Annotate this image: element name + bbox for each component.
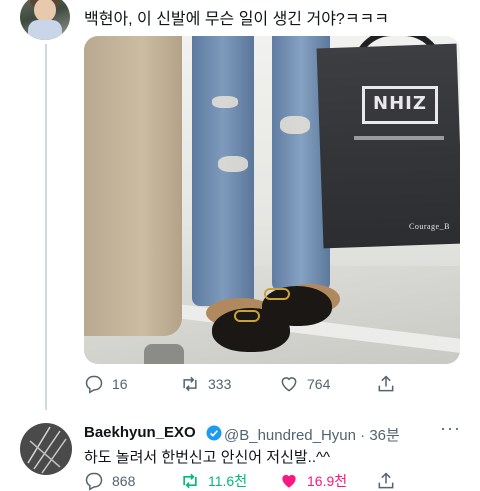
reply-like-count: 16.9천 [307,473,348,489]
reply-timestamp[interactable]: 36분 [369,427,400,444]
retweet-button[interactable]: 333 [180,374,231,394]
photo-horsebit-buckle [234,310,260,322]
reply-author-avatar[interactable] [20,423,72,475]
reply-retweet-count: 11.6천 [208,473,248,489]
reply-reply-button[interactable]: 868 [84,471,135,491]
photo-jeans-rip [280,116,310,134]
share-icon [378,375,394,392]
reply-retweet-button[interactable]: 11.6천 [180,471,247,491]
photo-left-person-leg [84,36,182,336]
photo-bag-text-line [354,136,444,140]
reply-reply-count: 868 [112,473,136,489]
reply-like-button[interactable]: 16.9천 [279,471,347,491]
photo-shopping-bag [316,43,460,249]
more-options-icon[interactable]: ··· [440,418,461,439]
retweet-icon [183,473,197,489]
thread-connector-line [45,44,47,410]
verified-badge-icon [206,425,222,441]
photo-jeans-rip [212,96,238,108]
photo-left-person-shoe [144,344,184,364]
reply-text: 하도 놀려서 한번신고 안신어 저신발..^^ [84,449,331,466]
reply-display-name[interactable]: Baekhyun_EXO [84,424,196,441]
reply-handle-and-time: @B_hundred_Hyun · 36분 [224,424,400,445]
tweet-photo[interactable]: NHIZ Courage_B [84,36,460,364]
avatar-face [34,0,56,22]
heart-icon [281,377,297,392]
retweet-icon [183,376,197,392]
avatar-body [28,20,62,40]
share-icon [378,472,394,489]
share-button[interactable] [376,374,404,394]
reply-count: 16 [112,376,128,392]
photo-bag-logo: NHIZ [362,86,438,124]
avatar-line-art [27,426,67,474]
photo-horsebit-buckle [264,288,290,300]
retweet-count: 333 [208,376,232,392]
author-avatar[interactable] [20,0,70,40]
reply-icon [85,472,103,491]
like-count: 764 [307,376,331,392]
photo-jeans-rip [218,156,248,172]
heart-filled-icon [282,474,296,488]
like-button[interactable]: 764 [279,374,330,394]
reply-icon [85,375,103,394]
photo-watermark: Courage_B [409,222,450,231]
reply-share-button[interactable] [376,471,404,491]
tweet-text: 백현아, 이 신발에 무슨 일이 생긴 거야?ㅋㅋㅋ [84,11,389,28]
dot-separator: · [360,427,366,444]
reply-handle[interactable]: @B_hundred_Hyun [224,427,356,444]
reply-button[interactable]: 16 [84,374,128,394]
